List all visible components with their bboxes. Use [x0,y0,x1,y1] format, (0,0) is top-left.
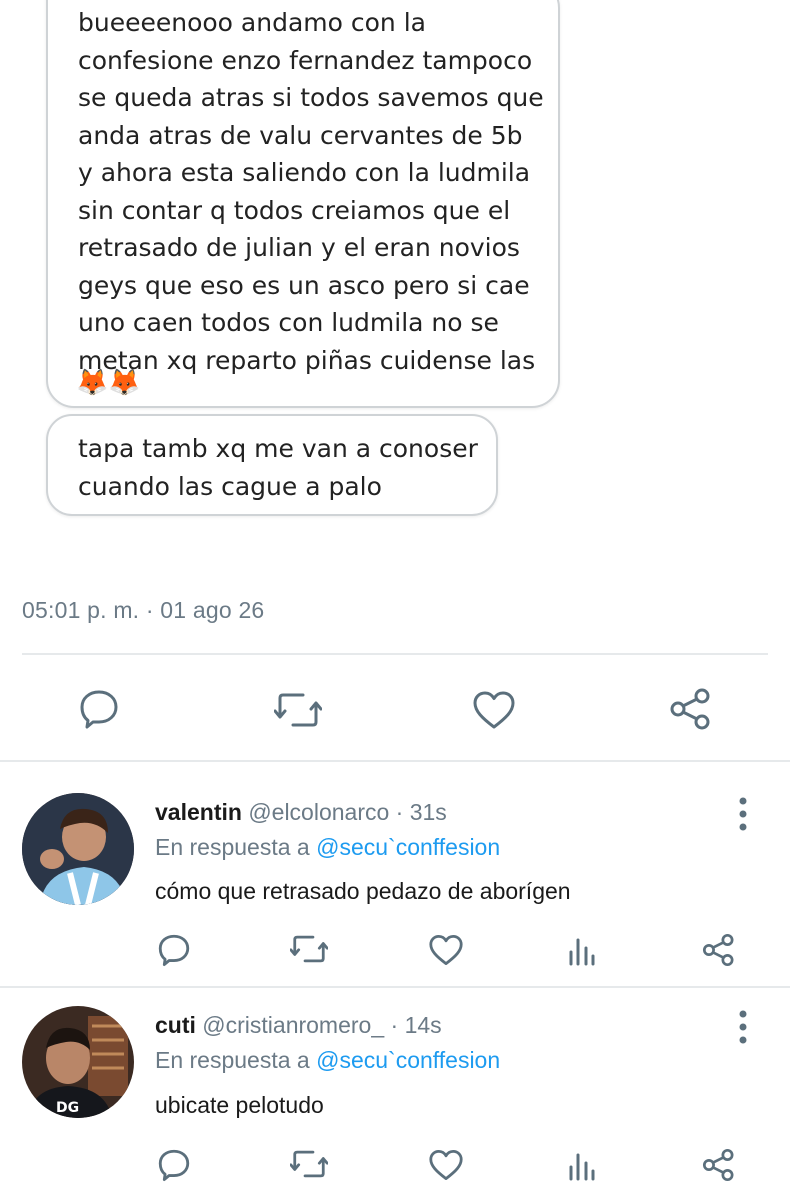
like-icon[interactable] [472,690,516,730]
mention-link[interactable]: @secu`conffesion [316,1047,500,1073]
followup-text: tapa tamb xq me van a conoser cuando las… [78,434,478,501]
reply-icon[interactable] [78,688,120,730]
like-icon[interactable] [428,1149,464,1181]
confession-bubble: bueeeenooo andamo con la confesione enzo… [46,0,560,408]
more-options-icon[interactable] [733,1009,753,1045]
like-icon[interactable] [428,934,464,966]
reply-header: cuti @cristianromero_ · 14s [155,1012,442,1039]
more-options-icon[interactable] [733,796,753,832]
section-divider [0,760,790,762]
fox-emoji: 🦊🦊 [76,368,141,398]
author-name[interactable]: cuti [155,1012,196,1038]
reply-text: ubicate pelotudo [155,1092,324,1118]
reply-icon[interactable] [157,933,191,967]
svg-text:DG: DG [56,1100,79,1116]
mention-link[interactable]: @secu`conffesion [316,834,500,860]
retweet-icon[interactable] [274,690,322,730]
reply-context: En respuesta a @secu`conffesion [155,834,500,861]
followup-bubble: tapa tamb xq me van a conoser cuando las… [46,414,498,516]
author-name[interactable]: valentin [155,799,242,825]
divider [22,653,768,655]
confession-text: bueeeenooo andamo con la confesione enzo… [78,8,544,375]
analytics-icon[interactable] [567,934,597,966]
section-divider [0,986,790,988]
reply-context: En respuesta a @secu`conffesion [155,1047,500,1074]
share-icon[interactable] [702,933,736,967]
avatar[interactable]: DG [22,1006,134,1118]
reply-text: cómo que retrasado pedazo de aborígen [155,878,571,904]
tweet-timestamp: 05:01 p. m. · 01 ago 26 [22,597,265,623]
author-handle: @elcolonarco · 31s [248,799,447,825]
analytics-icon[interactable] [567,1149,597,1181]
retweet-icon[interactable] [290,933,328,965]
reply-prefix: En respuesta a [155,1047,317,1073]
retweet-icon[interactable] [290,1148,328,1180]
share-icon[interactable] [669,688,713,730]
reply-icon[interactable] [157,1148,191,1182]
author-handle: @cristianromero_ · 14s [202,1012,442,1038]
avatar[interactable] [22,793,134,905]
reply-header: valentin @elcolonarco · 31s [155,799,447,826]
share-icon[interactable] [702,1148,736,1182]
reply-prefix: En respuesta a [155,834,317,860]
